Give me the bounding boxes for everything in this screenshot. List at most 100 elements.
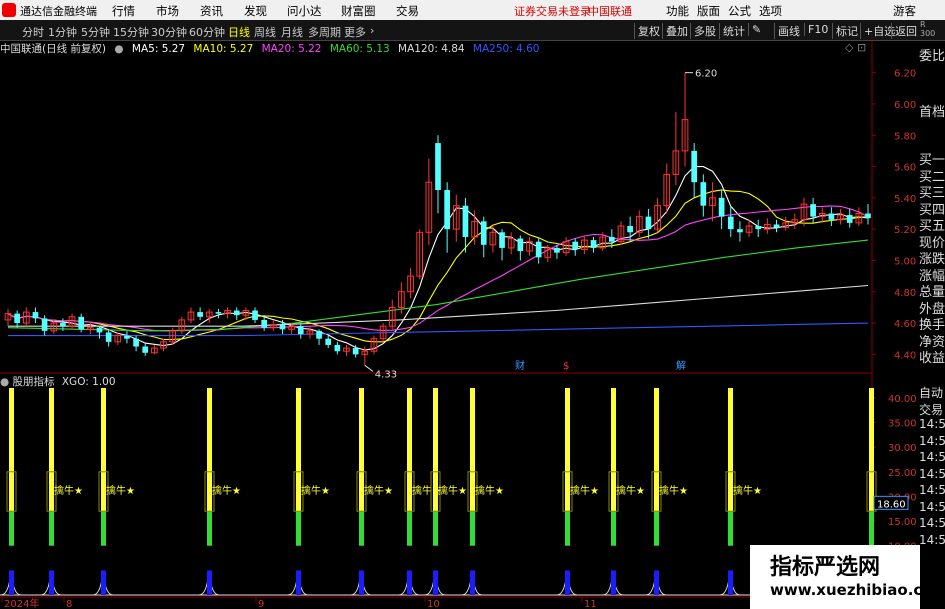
low-annotation: 4.33 [375,369,397,380]
signal-label: 擒牛★ [733,484,762,497]
watermark-url: www.xuezhibiao.com [770,581,945,599]
candle-body [41,318,48,331]
signal-bar-green [611,511,616,546]
signal-gap [728,545,733,571]
candle-body [517,238,524,252]
side-quote-label: 首档 [919,105,945,120]
signal-bar-blue [433,570,438,595]
candle-body [14,313,20,324]
candle-body [352,348,359,355]
candle-body [590,240,597,248]
signal-bar-green [728,511,733,546]
side-trade-label: 14:56 [919,532,945,547]
x-axis-label: 11 [584,599,597,609]
signal-bar-blue [654,570,659,595]
candle-body [325,338,332,345]
sub-axis-tick: 30.00 [888,443,917,454]
side-trade-label[interactable]: 自动 [919,384,943,401]
side-trade-label: 14:56 [919,433,945,448]
candle-body [78,316,85,330]
price-axis-tick: 6.20 [894,69,916,80]
watermark-title: 指标严选网 [770,555,881,580]
candle-body [261,319,268,328]
signal-gap [433,545,438,571]
signal-bar-green [359,511,364,546]
signal-bar-blue [565,570,570,595]
x-axis-label: 9 [258,599,264,609]
candle-body [252,310,258,320]
signal-bar-green [101,511,106,546]
side-trade-label[interactable]: 交易 [919,401,943,418]
signal-bar-yellow [869,388,874,512]
candle-body [142,346,149,353]
candle-body [334,344,341,352]
signal-label: 擒牛★ [616,484,645,497]
candle-body [444,190,450,230]
candle-body [727,216,734,230]
x-axis-label: 2024年 [4,597,39,609]
candle-body [499,232,505,248]
signal-bar-green [207,511,212,546]
signal-gap [9,545,14,571]
price-axis-tick: 4.60 [894,319,916,330]
signal-bar-green [9,511,14,546]
x-axis-label: 8 [66,599,72,609]
candle-body [435,143,441,191]
side-trade-label: 14:56 [919,450,945,464]
candle-body [810,204,816,217]
chart-canvas[interactable]: 擒牛★ 擒牛★ 擒牛★ 擒牛★ 擒牛★ 擒牛★擒牛★ 擒牛★ 擒牛★ 擒牛★ 擒牛★ 擒牛★ 6.2… [0,0,945,609]
signal-gap [207,545,212,571]
signal-label: 擒牛★ [54,484,83,497]
sub-axis-tick: 40.00 [888,394,917,405]
x-axis-label: 10 [427,599,440,609]
signal-gap [565,545,570,571]
signal-label: 擒牛★ [475,484,504,497]
candle-body [700,182,707,206]
event-marker: $ [563,361,569,372]
signal-bar-green [433,511,438,546]
side-trade-label: 14:56 [919,466,945,481]
signal-label: 擒牛★ [659,484,688,497]
candle-body [233,310,240,316]
side-trade-label: 14:56 [919,516,945,530]
candle-body [627,226,633,233]
candle-body [554,247,560,253]
signal-gap [407,545,412,571]
trade-side-panel: 自动交易14:5614:5614:5614:5614:5614:5614:561… [917,376,945,546]
ma120-line [8,284,869,327]
candle-body [215,312,222,314]
candle-body [133,338,139,347]
candle-body [828,213,835,220]
signal-label: 擒牛★ [438,484,467,497]
side-trade-label: 14:56 [919,483,945,497]
signal-bar-blue [49,570,54,595]
price-axis-tick: 5.40 [894,194,916,205]
candle-body [865,213,871,219]
candle-body [96,327,103,333]
signal-gap [359,545,364,571]
signal-label: 擒牛★ [212,484,241,497]
signal-gap [101,545,106,571]
price-axis-tick: 5.80 [894,131,916,142]
signal-label: 擒牛★ [364,484,393,497]
signal-bar-blue [207,570,212,595]
signal-label: 擒牛★ [570,484,599,497]
candle-body [535,241,542,258]
candle-body [737,229,743,233]
event-marker: 财 [515,359,525,372]
price-axis-tick: 5.60 [894,163,916,174]
sub-axis-tick: 25.00 [888,468,917,479]
candle-body [32,312,39,319]
signal-bar-green [407,511,412,546]
watermark-banner: 指标严选网 www.xuezhibiao.com [750,545,945,609]
candle-body [773,224,780,228]
signal-bar-green [565,511,570,546]
candle-body [279,324,286,330]
signal-bar-green [296,511,301,546]
sub-current-value: 18.60 [877,499,906,510]
signal-bar-green [49,511,54,546]
candle-body [124,335,130,339]
candle-body [718,197,725,217]
signal-label: 擒牛★ [106,484,135,497]
signal-gap [296,545,301,571]
